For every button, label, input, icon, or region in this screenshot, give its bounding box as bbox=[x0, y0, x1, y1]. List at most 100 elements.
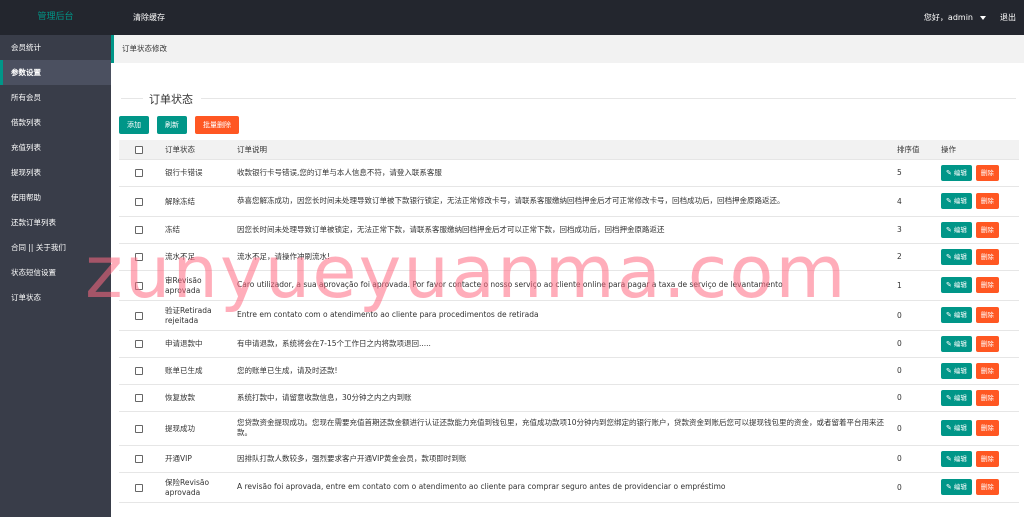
row-checkbox[interactable] bbox=[135, 367, 143, 375]
edit-label: 编辑 bbox=[953, 339, 967, 348]
delete-button[interactable]: 删除 bbox=[975, 450, 999, 467]
logout-link[interactable]: 退出 bbox=[1000, 0, 1016, 35]
edit-label: 编辑 bbox=[953, 225, 967, 234]
row-status: 流水不足 bbox=[159, 243, 231, 271]
delete-button[interactable]: 删除 bbox=[975, 335, 999, 352]
refresh-button[interactable]: 刷新 bbox=[157, 116, 187, 134]
sidebar-item-settings[interactable]: 参数设置 bbox=[0, 60, 111, 85]
row-checkbox[interactable] bbox=[135, 197, 143, 206]
table-row: 审Revisão aprovada Caro utilizador, a sua … bbox=[119, 270, 1019, 301]
sidebar-item-contract-about[interactable]: 合同 || 关于我们 bbox=[0, 235, 111, 260]
clear-cache-link[interactable]: 清除缓存 bbox=[133, 0, 165, 35]
table-row: 冻结 因您长时间未处理导致订单被锁定，无法正常下款，请联系客服缴纳回档押金后才可以… bbox=[119, 216, 1019, 244]
legend-line-right bbox=[201, 98, 1016, 99]
edit-button[interactable]: ✎ 编辑 bbox=[941, 164, 972, 181]
user-area: 您好，admin 退出 bbox=[924, 0, 1016, 35]
row-desc: 因排队打款人数较多，强烈要求客户开通VIP黄金会员，款项即时到账 bbox=[231, 445, 891, 473]
row-sort: 0 bbox=[891, 330, 935, 358]
pencil-icon: ✎ bbox=[946, 252, 952, 261]
row-checkbox[interactable] bbox=[135, 169, 143, 177]
row-checkbox[interactable] bbox=[135, 281, 143, 290]
edit-label: 编辑 bbox=[953, 281, 967, 289]
sidebar-item-all-members[interactable]: 所有会员 bbox=[0, 85, 111, 110]
delete-button[interactable]: 删除 bbox=[975, 193, 999, 209]
table-row: 恢复放款 系统打款中，请留意收款信息，30分钟之内之内到账 0 ✎ 编辑 删除 bbox=[119, 384, 1019, 412]
table-row: 流水不足 流水不足，请操作冲刷流水! 2 ✎ 编辑 删除 bbox=[119, 243, 1019, 271]
delete-button[interactable]: 删除 bbox=[975, 420, 999, 436]
sidebar-item-loans[interactable]: 借款列表 bbox=[0, 110, 111, 135]
sidebar-item-member-stats[interactable]: 会员统计 bbox=[0, 35, 111, 60]
pencil-icon: ✎ bbox=[946, 225, 952, 234]
order-status-table: 订单状态 订单说明 排序值 操作 银行卡错误 收款银行卡号错误,您的订单与本人信息… bbox=[119, 140, 1019, 503]
sidebar-item-repayments[interactable]: 还款订单列表 bbox=[0, 210, 111, 235]
delete-button[interactable]: 删除 bbox=[975, 248, 999, 265]
row-actions: ✎ 编辑 删除 bbox=[935, 216, 1019, 244]
breadcrumb: 订单状态修改 bbox=[111, 35, 1024, 63]
row-checkbox[interactable] bbox=[135, 483, 143, 492]
row-status: 提现成功 bbox=[159, 411, 231, 446]
row-checkbox[interactable] bbox=[135, 424, 143, 433]
row-checkbox[interactable] bbox=[135, 226, 143, 234]
edit-button[interactable]: ✎ 编辑 bbox=[941, 420, 972, 436]
edit-button[interactable]: ✎ 编辑 bbox=[941, 450, 972, 467]
row-actions: ✎ 编辑 删除 bbox=[935, 270, 1019, 301]
row-sort: 0 bbox=[891, 384, 935, 412]
edit-label: 编辑 bbox=[953, 454, 967, 463]
add-button[interactable]: 添加 bbox=[119, 116, 149, 134]
sidebar-item-order-status[interactable]: 订单状态 bbox=[0, 285, 111, 310]
edit-button[interactable]: ✎ 编辑 bbox=[941, 248, 972, 265]
edit-button[interactable]: ✎ 编辑 bbox=[941, 221, 972, 238]
row-actions: ✎ 编辑 删除 bbox=[935, 411, 1019, 446]
row-actions: ✎ 编辑 删除 bbox=[935, 243, 1019, 271]
pencil-icon: ✎ bbox=[946, 366, 952, 375]
row-status: 银行卡错误 bbox=[159, 159, 231, 187]
chevron-down-icon[interactable] bbox=[980, 15, 986, 20]
row-checkbox[interactable] bbox=[135, 340, 143, 348]
select-all-checkbox[interactable] bbox=[135, 145, 143, 154]
main-content: 订单状态修改 订单状态 添加 刷新 批量删除 订单状态 订单说明 排序值 操作 … bbox=[111, 35, 1024, 517]
row-status: 冻结 bbox=[159, 216, 231, 244]
edit-button[interactable]: ✎ 编辑 bbox=[941, 193, 972, 209]
row-actions: ✎ 编辑 删除 bbox=[935, 186, 1019, 217]
delete-button[interactable]: 删除 bbox=[975, 221, 999, 238]
user-greeting[interactable]: 您好，admin bbox=[924, 0, 973, 35]
sidebar-item-sms-settings[interactable]: 状态短信设置 bbox=[0, 260, 111, 285]
edit-button[interactable]: ✎ 编辑 bbox=[941, 307, 972, 323]
row-checkbox[interactable] bbox=[135, 394, 143, 402]
edit-label: 编辑 bbox=[953, 197, 967, 205]
row-desc: Entre em contato com o atendimento ao cl… bbox=[231, 300, 891, 331]
table-row: 银行卡错误 收款银行卡号错误,您的订单与本人信息不符，请登入联系客服 5 ✎ 编辑 删除 bbox=[119, 159, 1019, 187]
edit-label: 编辑 bbox=[953, 311, 967, 319]
sidebar-item-recharges[interactable]: 充值列表 bbox=[0, 135, 111, 160]
sidebar-item-help[interactable]: 使用帮助 bbox=[0, 185, 111, 210]
edit-button[interactable]: ✎ 编辑 bbox=[941, 479, 972, 495]
edit-label: 编辑 bbox=[953, 366, 967, 375]
delete-button[interactable]: 删除 bbox=[975, 277, 999, 293]
edit-button[interactable]: ✎ 编辑 bbox=[941, 277, 972, 293]
batch-delete-button[interactable]: 批量删除 bbox=[195, 116, 239, 134]
delete-button[interactable]: 删除 bbox=[975, 164, 999, 181]
pencil-icon: ✎ bbox=[946, 424, 952, 432]
sidebar: 会员统计 参数设置 所有会员 借款列表 充值列表 提现列表 使用帮助 还款订单列… bbox=[0, 35, 111, 517]
row-status: 审Revisão aprovada bbox=[159, 270, 231, 301]
edit-button[interactable]: ✎ 编辑 bbox=[941, 389, 972, 406]
row-checkbox[interactable] bbox=[135, 455, 143, 463]
row-sort: 2 bbox=[891, 243, 935, 271]
delete-button[interactable]: 删除 bbox=[975, 307, 999, 323]
edit-button[interactable]: ✎ 编辑 bbox=[941, 362, 972, 379]
delete-button[interactable]: 删除 bbox=[975, 389, 999, 406]
pencil-icon: ✎ bbox=[946, 393, 952, 402]
row-desc: A revisão foi aprovada, entre em contato… bbox=[231, 472, 891, 503]
delete-button[interactable]: 删除 bbox=[975, 362, 999, 379]
row-checkbox[interactable] bbox=[135, 311, 143, 320]
pencil-icon: ✎ bbox=[946, 483, 952, 491]
pencil-icon: ✎ bbox=[946, 339, 952, 348]
legend-line-left bbox=[121, 98, 143, 99]
header-sort: 排序值 bbox=[891, 140, 935, 160]
row-sort: 5 bbox=[891, 159, 935, 187]
row-sort: 4 bbox=[891, 186, 935, 217]
row-checkbox[interactable] bbox=[135, 253, 143, 261]
sidebar-item-withdrawals[interactable]: 提现列表 bbox=[0, 160, 111, 185]
edit-button[interactable]: ✎ 编辑 bbox=[941, 335, 972, 352]
delete-button[interactable]: 删除 bbox=[975, 479, 999, 495]
